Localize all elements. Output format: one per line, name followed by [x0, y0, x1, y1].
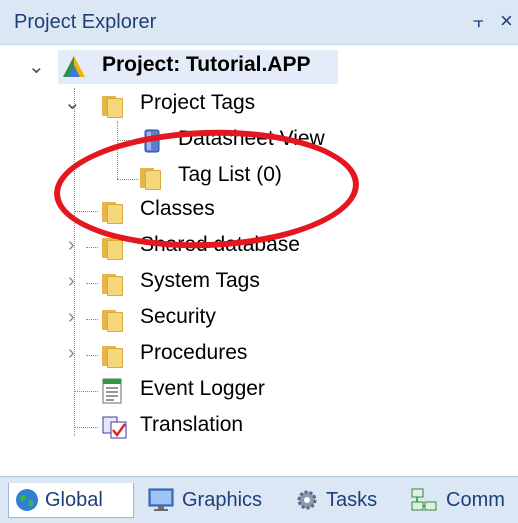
tree-item-label: System Tags [140, 269, 260, 292]
network-icon [410, 488, 438, 518]
globe-icon [15, 488, 39, 518]
panel-titlebar: Project Explorer ⫟ × [0, 0, 518, 45]
tree-item-project-tags[interactable]: Project Tags [98, 88, 298, 122]
tree-root-project[interactable]: Project: Tutorial.APP [58, 50, 338, 84]
tree-connector [86, 319, 98, 320]
tree-connector [74, 391, 98, 392]
tree-item-label: Translation [140, 413, 244, 436]
tab-global[interactable]: Global [8, 483, 134, 518]
project-tree: Project: Tutorial.APP ⌄ Project Tags ⌄ D… [0, 44, 518, 474]
tree-item-security[interactable]: Security [98, 302, 258, 336]
tab-comm[interactable]: Comm [410, 483, 516, 517]
chevron-right-icon[interactable]: › [68, 234, 75, 257]
tab-label: Graphics [182, 489, 263, 511]
chevron-down-icon[interactable]: ⌄ [64, 90, 81, 115]
document-list-icon [102, 378, 122, 409]
tree-connector [86, 283, 98, 284]
tree-item-label: Project Tags [140, 91, 256, 114]
pin-icon[interactable]: ⫟ [473, 11, 484, 32]
tree-item-label: Procedures [140, 341, 248, 364]
folder-icon [102, 94, 123, 118]
monitor-icon [148, 488, 174, 518]
tree-item-label: Event Logger [140, 377, 265, 400]
translation-icon [102, 414, 128, 445]
tree-connector [86, 247, 98, 248]
tree-item-translation[interactable]: Translation [98, 410, 278, 444]
tab-graphics[interactable]: Graphics [148, 483, 276, 517]
explorer-tab-strip: Global Graphics Tasks Comm [0, 476, 518, 523]
app-triangle-icon [62, 55, 86, 84]
folder-icon [102, 344, 123, 368]
folder-icon [102, 272, 123, 296]
panel-title: Project Explorer [14, 11, 157, 33]
tree-connector [74, 427, 98, 428]
tree-item-procedures[interactable]: Procedures [98, 338, 278, 372]
tab-label: Comm [446, 489, 505, 511]
tab-label: Tasks [326, 489, 378, 511]
chevron-right-icon[interactable]: › [68, 342, 75, 365]
tab-label: Global [45, 489, 103, 511]
chevron-down-icon[interactable]: ⌄ [28, 54, 45, 79]
gear-icon [294, 488, 320, 518]
chevron-right-icon[interactable]: › [68, 306, 75, 329]
tree-item-label: Project: Tutorial.APP [102, 53, 311, 76]
chevron-right-icon[interactable]: › [68, 270, 75, 293]
tree-item-event-logger[interactable]: Event Logger [98, 374, 298, 408]
project-explorer-panel: Project Explorer ⫟ × Project: Tutorial.A… [0, 0, 518, 523]
folder-icon [102, 308, 123, 332]
tree-connector [74, 88, 75, 436]
tree-connector [86, 355, 98, 356]
tab-tasks[interactable]: Tasks [294, 483, 394, 517]
close-icon[interactable]: × [500, 8, 513, 34]
tree-item-label: Security [140, 305, 216, 328]
tree-item-system-tags[interactable]: System Tags [98, 266, 288, 300]
